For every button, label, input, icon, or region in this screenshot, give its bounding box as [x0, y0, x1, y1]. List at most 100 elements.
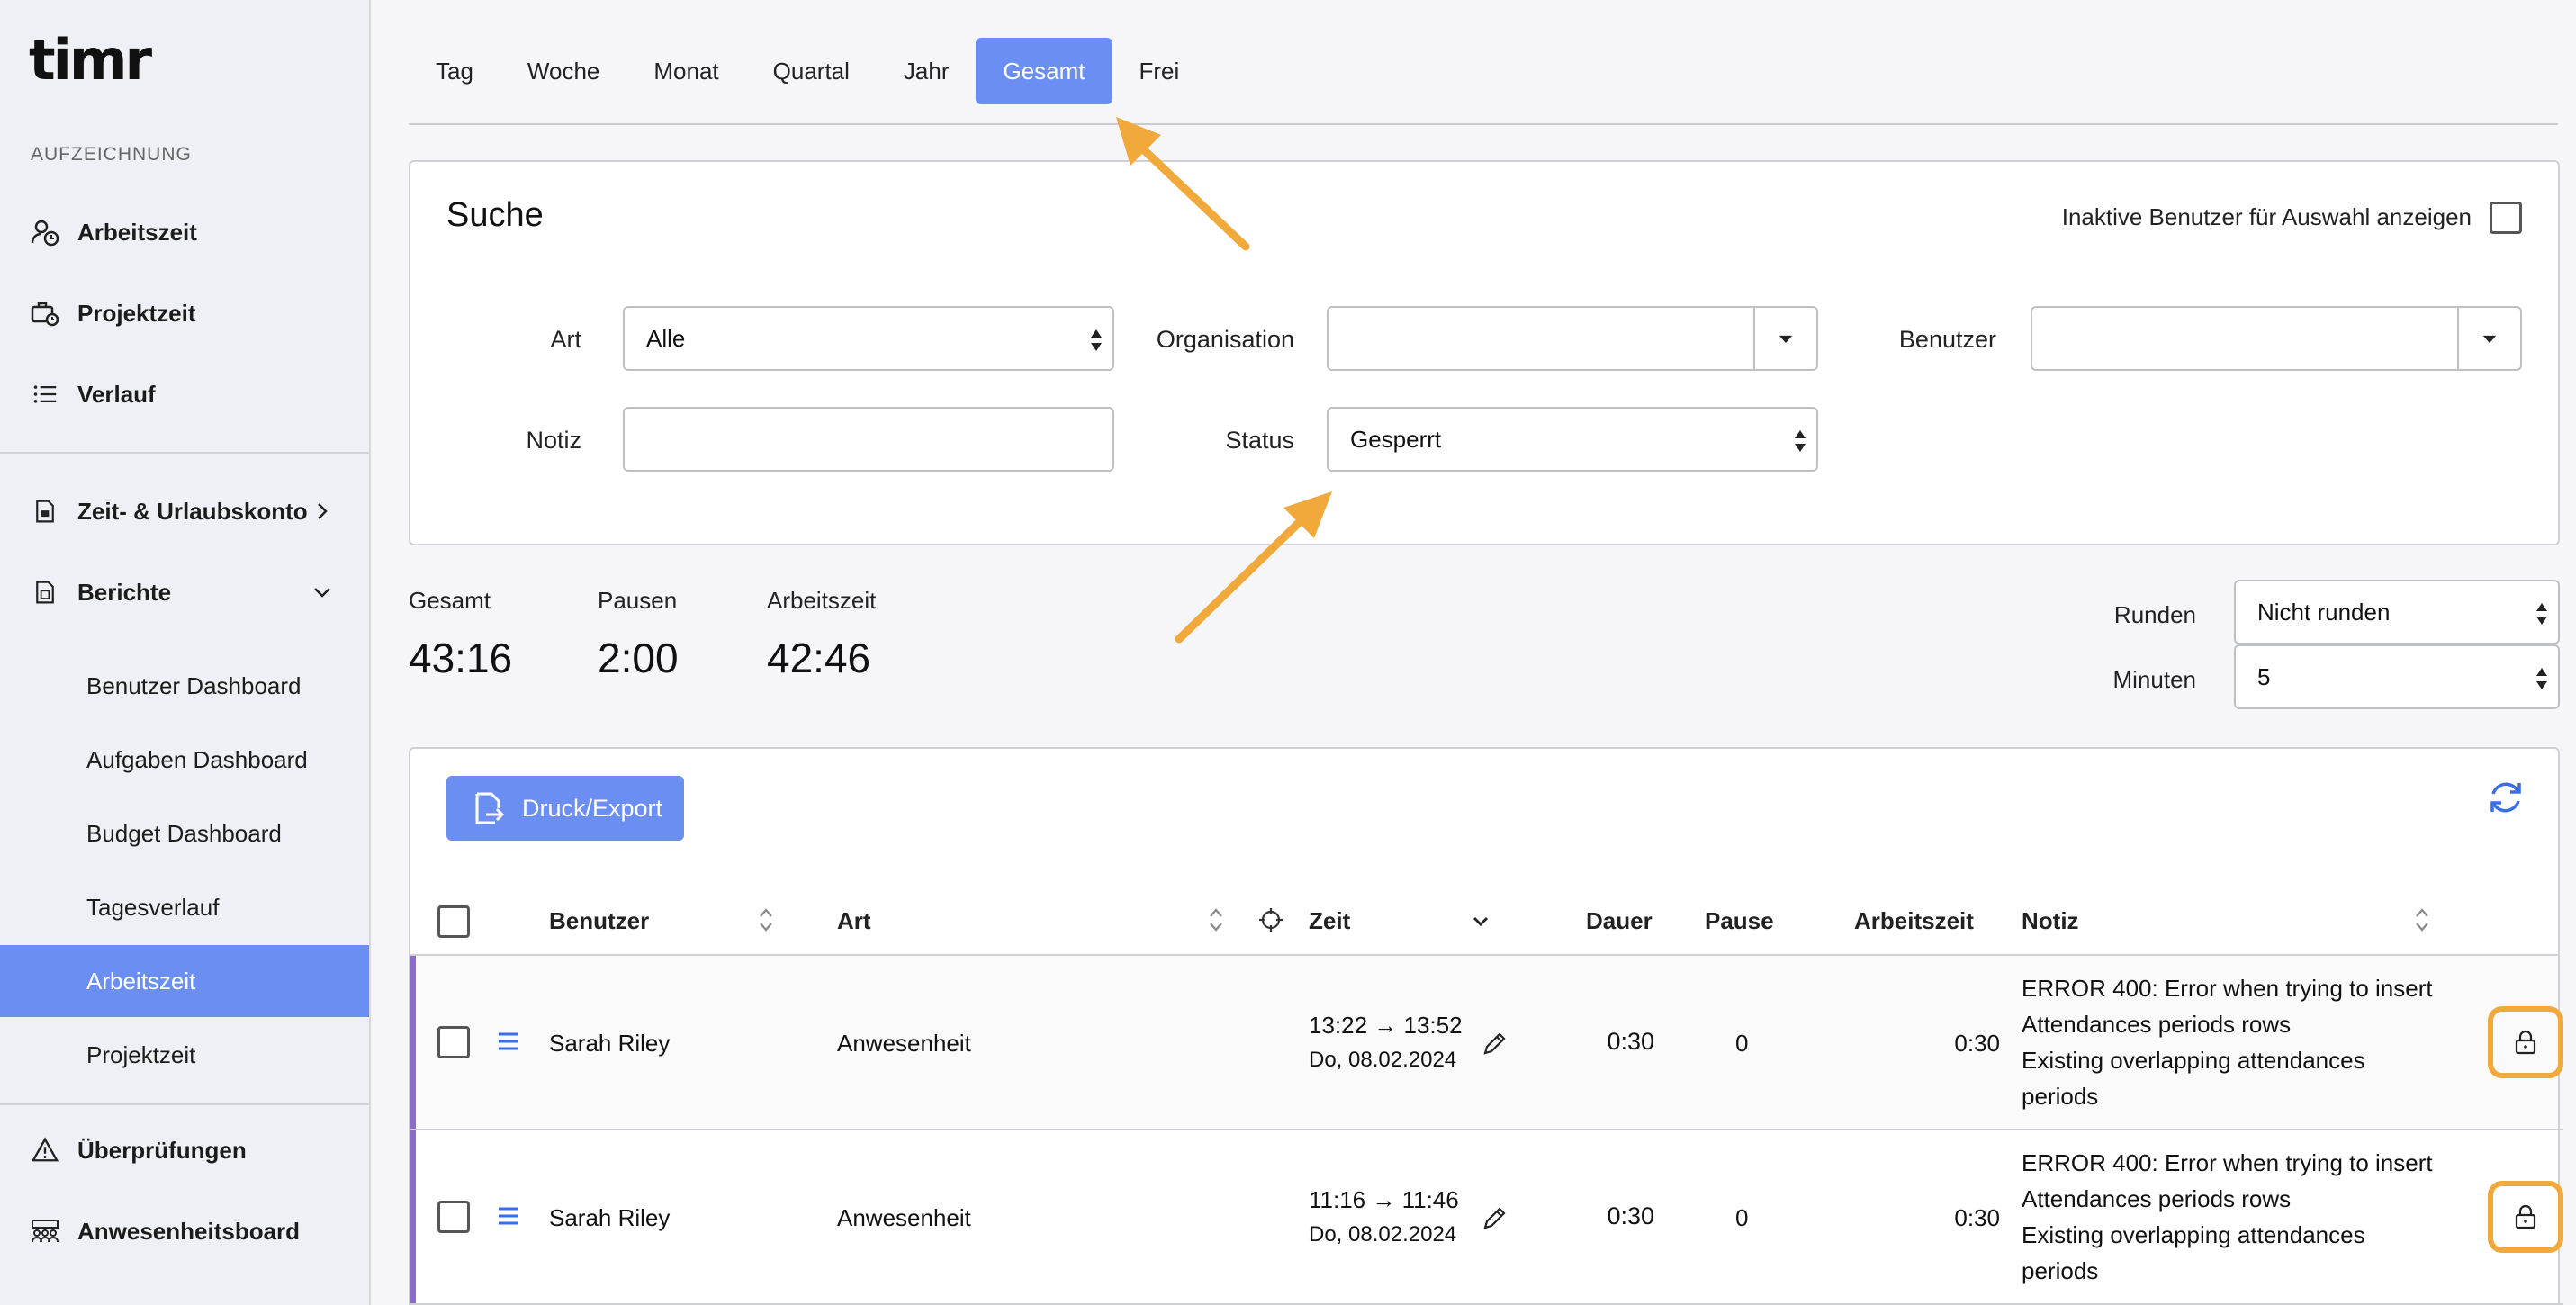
row-checkbox[interactable]	[437, 1026, 470, 1058]
list-icon	[31, 380, 59, 409]
drag-handle-icon[interactable]	[497, 1206, 520, 1226]
tab-woche[interactable]: Woche	[500, 38, 626, 104]
column-header-dauer[interactable]: Dauer	[1586, 907, 1653, 935]
row-duration: 0:30	[1607, 1202, 1654, 1229]
tabs-underline	[409, 123, 2558, 125]
column-header-notiz[interactable]: Notiz	[2022, 907, 2079, 935]
minuten-value: 5	[2257, 662, 2271, 690]
status-select[interactable]: Gesperrt	[1327, 407, 1818, 472]
sidebar-item-label: Überprüfungen	[77, 1136, 247, 1164]
inactive-users-checkbox[interactable]	[2490, 202, 2522, 234]
lock-status-highlight[interactable]	[2488, 1006, 2563, 1078]
column-header-zeit[interactable]: Zeit	[1309, 907, 1350, 935]
sidebar-report-projektzeit[interactable]: Projektzeit	[0, 1019, 369, 1091]
caret-down-icon	[1779, 335, 1793, 343]
notiz-input[interactable]	[623, 407, 1114, 472]
column-header-arbeitszeit[interactable]: Arbeitszeit	[1854, 907, 1974, 935]
sidebar: timr AUFZEICHNUNG Arbeitszeit Projektzei…	[0, 0, 371, 1305]
tab-gesamt[interactable]: Gesamt	[976, 38, 1112, 104]
crosshair-icon[interactable]	[1258, 907, 1283, 932]
sidebar-report-arbeitszeit[interactable]: Arbeitszeit	[0, 945, 369, 1017]
art-select[interactable]: Alle	[623, 306, 1114, 371]
sidebar-item-berichte[interactable]: Berichte	[0, 556, 369, 628]
sort-icon[interactable]	[2414, 905, 2430, 934]
sidebar-divider	[0, 1103, 369, 1105]
sidebar-item-verlauf[interactable]: Verlauf	[0, 358, 369, 430]
sidebar-item-ueberpruefungen[interactable]: Überprüfungen	[0, 1114, 369, 1186]
chevron-down-icon	[314, 588, 330, 598]
total-arbeitszeit-value: 42:46	[767, 634, 871, 681]
organisation-dropdown-button[interactable]	[1753, 308, 1816, 369]
table-row[interactable]: Sarah Riley Anwesenheit 13:22 → 13:52 Do…	[410, 956, 2563, 1130]
sidebar-item-zeit-urlaubskonto[interactable]: Zeit- & Urlaubskonto	[0, 475, 369, 547]
row-note: ERROR 400: Error when trying to insert A…	[2022, 1145, 2433, 1289]
table-row[interactable]: Sarah Riley Anwesenheit 11:16 → 11:46 Do…	[410, 1130, 2563, 1305]
art-label: Art	[550, 326, 581, 353]
row-type: Anwesenheit	[837, 1030, 971, 1057]
organisation-combobox[interactable]	[1327, 306, 1818, 371]
column-header-art[interactable]: Art	[837, 907, 871, 935]
row-note-line: periods	[2022, 1083, 2099, 1110]
lock-status-highlight[interactable]	[2488, 1181, 2563, 1253]
column-header-pause[interactable]: Pause	[1705, 907, 1774, 935]
sort-icon[interactable]	[758, 905, 774, 934]
tab-frei[interactable]: Frei	[1112, 38, 1207, 104]
row-date: Do, 08.02.2024	[1309, 1222, 1457, 1246]
print-export-button[interactable]: Druck/Export	[446, 776, 684, 841]
minuten-label: Minuten	[2112, 666, 2197, 693]
pencil-icon[interactable]	[1482, 1204, 1509, 1231]
print-export-label: Druck/Export	[522, 794, 663, 822]
sidebar-report-budget-dashboard[interactable]: Budget Dashboard	[0, 797, 369, 869]
benutzer-dropdown-button[interactable]	[2457, 308, 2520, 369]
row-pause: 0	[1735, 1030, 1749, 1057]
row-note-line: Attendances periods rows	[2022, 1011, 2292, 1038]
row-checkbox[interactable]	[437, 1201, 470, 1233]
sidebar-report-tagesverlauf[interactable]: Tagesverlauf	[0, 871, 369, 943]
sidebar-item-anwesenheitsboard[interactable]: Anwesenheitsboard	[0, 1195, 369, 1267]
sidebar-report-aufgaben-dashboard[interactable]: Aufgaben Dashboard	[0, 724, 369, 796]
refresh-icon[interactable]	[2486, 778, 2526, 817]
sidebar-divider	[0, 452, 369, 454]
sidebar-item-label: Projektzeit	[77, 299, 196, 327]
search-panel: Suche Inaktive Benutzer für Auswahl anze…	[409, 160, 2560, 545]
runden-select[interactable]: Nicht runden	[2234, 580, 2560, 644]
sidebar-report-benutzer-dashboard[interactable]: Benutzer Dashboard	[0, 650, 369, 722]
row-user: Sarah Riley	[549, 1204, 671, 1231]
tab-tag[interactable]: Tag	[409, 38, 500, 104]
row-note-line: Existing overlapping attendances	[2022, 1221, 2365, 1248]
caret-down-icon	[2482, 335, 2497, 343]
tab-quartal[interactable]: Quartal	[746, 38, 877, 104]
drag-handle-icon[interactable]	[497, 1031, 520, 1051]
warning-icon	[31, 1136, 59, 1165]
tab-monat[interactable]: Monat	[626, 38, 745, 104]
total-pausen-label: Pausen	[598, 587, 678, 614]
pencil-icon[interactable]	[1482, 1030, 1509, 1057]
sidebar-item-arbeitszeit[interactable]: Arbeitszeit	[0, 196, 369, 268]
notiz-label: Notiz	[526, 427, 581, 454]
runden-label: Runden	[2113, 601, 2196, 628]
column-header-benutzer[interactable]: Benutzer	[549, 907, 649, 935]
row-type: Anwesenheit	[837, 1204, 971, 1231]
app-logo[interactable]: timr	[29, 32, 152, 88]
row-user: Sarah Riley	[549, 1030, 671, 1057]
row-note-line: Existing overlapping attendances	[2022, 1047, 2365, 1074]
chevron-down-icon[interactable]	[1471, 911, 1491, 931]
sidebar-item-label: Zeit- & Urlaubskonto	[77, 497, 308, 525]
sidebar-item-label: Anwesenheitsboard	[77, 1217, 301, 1245]
section-label-aufzeichnung: AUFZEICHNUNG	[31, 144, 192, 165]
report-icon	[31, 578, 59, 607]
export-document-icon	[475, 792, 505, 824]
row-date: Do, 08.02.2024	[1309, 1048, 1457, 1072]
benutzer-combobox[interactable]	[2031, 306, 2522, 371]
sidebar-item-projektzeit[interactable]: Projektzeit	[0, 277, 369, 349]
select-arrows-icon	[1091, 329, 1102, 351]
row-note: ERROR 400: Error when trying to insert A…	[2022, 970, 2433, 1114]
select-all-checkbox[interactable]	[437, 905, 470, 938]
minuten-select[interactable]: 5	[2234, 644, 2560, 709]
total-gesamt-value: 43:16	[409, 634, 513, 681]
total-arbeitszeit-label: Arbeitszeit	[767, 587, 877, 614]
tab-jahr[interactable]: Jahr	[877, 38, 977, 104]
organisation-label: Organisation	[1156, 326, 1294, 353]
sort-icon[interactable]	[1208, 905, 1224, 934]
status-label: Status	[1225, 427, 1294, 454]
